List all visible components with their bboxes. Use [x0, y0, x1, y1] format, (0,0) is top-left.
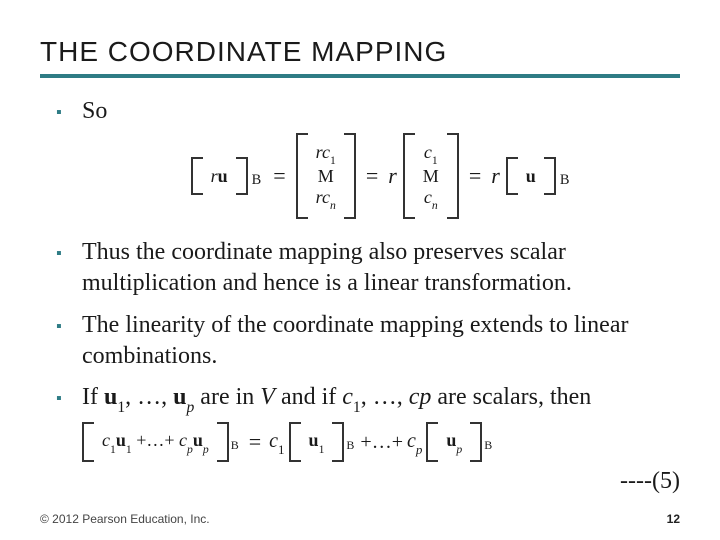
rhs-bracket-up: up	[426, 422, 482, 462]
equals-1: =	[273, 162, 285, 191]
bullet-text: The linearity of the coordinate mapping …	[82, 312, 628, 369]
copyright-text: © 2012 Pearson Education, Inc.	[40, 512, 210, 526]
page-number: 12	[667, 512, 680, 526]
plus-dots: +…+	[360, 429, 403, 455]
bullet-text: So	[82, 98, 107, 124]
lhs-bracket: c1u1 +…+ cpup	[82, 422, 229, 462]
page-title: THE COORDINATE MAPPING	[40, 36, 680, 68]
subscript-B-lhs: B	[231, 438, 239, 454]
column-rc: rc1 M rcn	[296, 133, 356, 219]
bracket-ru-B: ru	[191, 157, 248, 195]
bracket-u-B: u	[506, 157, 556, 195]
bullet-so: So ru B = rc1 M rcn	[56, 96, 680, 219]
bullet-linearity-combinations: The linearity of the coordinate mapping …	[56, 310, 680, 372]
column-c: c1 M cn	[403, 133, 459, 219]
equals-eq5: =	[249, 428, 261, 457]
bullet-text: If u1, …, up are in V and if c1, …, cp a…	[82, 384, 591, 410]
bullet-if-up-cp: If u1, …, up are in V and if c1, …, cp a…	[56, 382, 680, 497]
subscript-B-2: B	[560, 171, 570, 190]
equals-3: =	[469, 162, 481, 191]
title-underline	[40, 74, 680, 78]
rhs-bracket-u1: u1	[289, 422, 345, 462]
equation-5: c1u1 +…+ cpup B = c1 u1 B +…	[82, 422, 680, 462]
scalar-r-2: r	[388, 162, 397, 191]
slide: THE COORDINATE MAPPING So ru B = rc1 M	[0, 0, 720, 540]
bullet-text: Thus the coordinate mapping also preserv…	[82, 239, 572, 296]
subscript-B-r1: B	[346, 438, 354, 454]
subscript-B-rp: B	[484, 438, 492, 454]
equals-2: =	[366, 162, 378, 191]
equation-scalar-map: ru B = rc1 M rcn = r	[82, 133, 680, 219]
bullet-preserves-scalar: Thus the coordinate mapping also preserv…	[56, 237, 680, 299]
equation-tag-5: ----(5)	[82, 466, 680, 497]
scalar-r-3: r	[491, 162, 500, 191]
bullet-list: So ru B = rc1 M rcn	[40, 96, 680, 497]
subscript-B-1: B	[252, 171, 262, 190]
